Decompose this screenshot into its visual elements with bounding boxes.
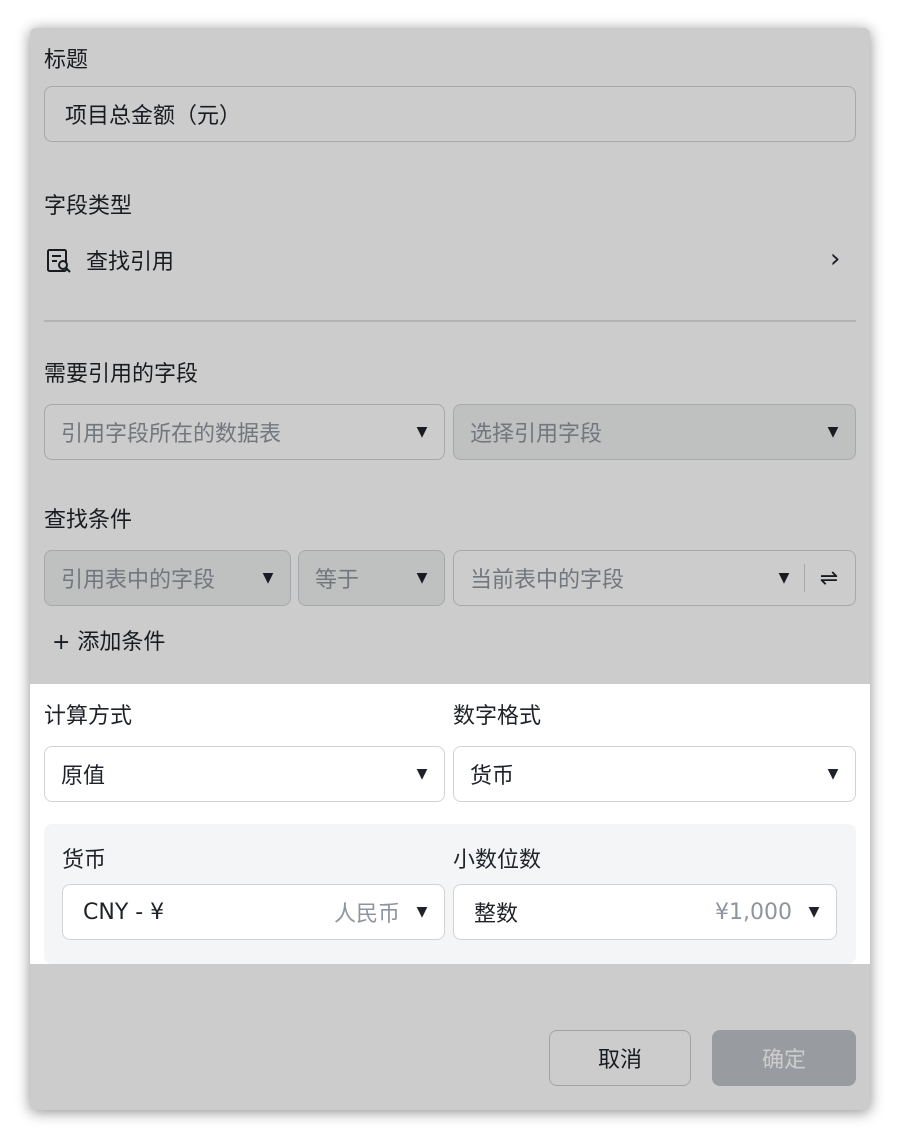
title-input[interactable]: 项目总金额（元） [44, 86, 856, 142]
condition-label: 查找条件 [44, 508, 133, 533]
caret-down-icon: ▼ [808, 904, 820, 920]
ref-field-placeholder: 选择引用字段 [470, 422, 603, 447]
field-type-label: 字段类型 [44, 194, 133, 219]
condition-ref-field-placeholder: 引用表中的字段 [61, 568, 216, 593]
field-config-dialog: 标题 项目总金额（元） 字段类型 查找引用 › 需要引用的字段 引用字段所在的数… [30, 28, 870, 1110]
decimals-value: 整数 [474, 902, 519, 927]
calc-label: 计算方式 [44, 704, 133, 729]
cancel-button[interactable]: 取消 [549, 1030, 691, 1086]
chevron-right-icon[interactable]: › [830, 244, 840, 274]
ref-table-select[interactable]: 引用字段所在的数据表 ▼ [44, 404, 445, 460]
condition-current-field-select[interactable]: 当前表中的字段 ▼ ⇌ [453, 550, 856, 606]
number-format-value: 货币 [470, 764, 515, 789]
currency-select[interactable]: CNY - ¥ 人民币 ▼ [62, 884, 445, 940]
caret-down-icon: ▼ [827, 766, 839, 782]
condition-ref-field-select[interactable]: 引用表中的字段 ▼ [44, 550, 291, 606]
decimals-hint: ¥1,000 [715, 899, 792, 925]
lookup-table-icon [47, 249, 71, 273]
number-format-label: 数字格式 [453, 704, 542, 729]
confirm-button[interactable]: 确定 [712, 1030, 856, 1086]
decimals-label: 小数位数 [453, 848, 542, 873]
ref-table-placeholder: 引用字段所在的数据表 [61, 422, 282, 447]
field-type-value[interactable]: 查找引用 [86, 244, 174, 276]
caret-down-icon: ▼ [262, 570, 274, 586]
currency-label: 货币 [62, 848, 107, 873]
condition-operator-value: 等于 [315, 568, 360, 593]
condition-current-field-placeholder: 当前表中的字段 [470, 568, 625, 593]
calc-value: 原值 [61, 764, 106, 789]
calc-select[interactable]: 原值 ▼ [44, 746, 445, 802]
title-label: 标题 [44, 48, 89, 73]
caret-down-icon: ▼ [416, 904, 428, 920]
caret-down-icon: ▼ [827, 424, 839, 440]
select-separator [804, 564, 805, 592]
swap-icon[interactable]: ⇌ [817, 566, 841, 591]
ref-field-select[interactable]: 选择引用字段 ▼ [453, 404, 856, 460]
ref-field-label: 需要引用的字段 [44, 362, 199, 387]
currency-value: CNY - ¥ [83, 899, 165, 925]
condition-operator-select[interactable]: 等于 ▼ [298, 550, 445, 606]
title-input-value: 项目总金额（元） [65, 104, 242, 129]
currency-hint: 人民币 [333, 902, 400, 927]
section-divider [44, 320, 856, 322]
caret-down-icon: ▼ [416, 424, 428, 440]
decimals-select[interactable]: 整数 ¥1,000 ▼ [453, 884, 837, 940]
dialog-content: 标题 项目总金额（元） 字段类型 查找引用 › 需要引用的字段 引用字段所在的数… [30, 28, 870, 1110]
add-condition-button[interactable]: + 添加条件 [52, 624, 165, 656]
number-format-select[interactable]: 货币 ▼ [453, 746, 856, 802]
caret-down-icon: ▼ [778, 570, 790, 586]
caret-down-icon: ▼ [416, 570, 428, 586]
caret-down-icon: ▼ [416, 766, 428, 782]
